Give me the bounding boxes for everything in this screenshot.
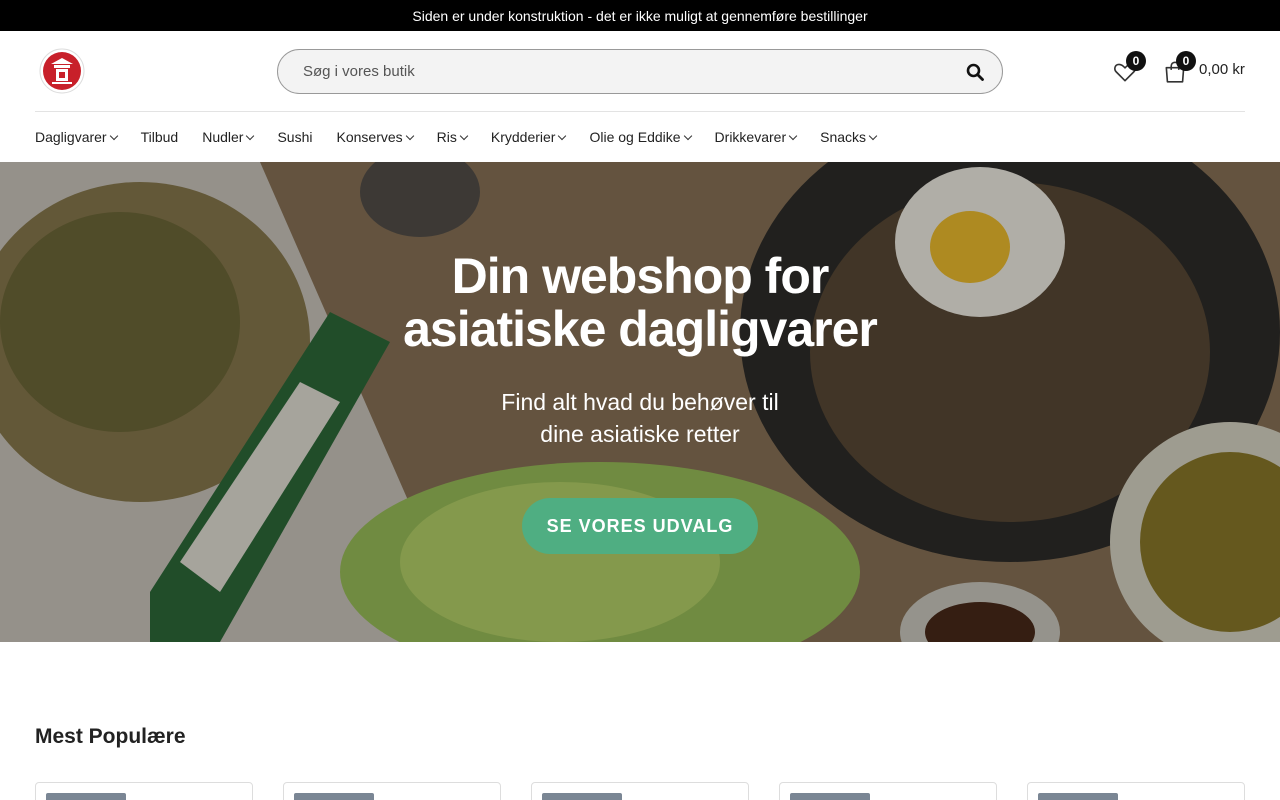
nav-label: Konserves (336, 129, 403, 145)
search-input[interactable] (278, 50, 948, 93)
search-button[interactable] (948, 50, 1002, 93)
chevron-down-icon (246, 131, 255, 140)
hero-subtitle-line2: dine asiatiske retter (540, 421, 740, 447)
search-bar (277, 49, 1003, 94)
site-header: 0 0 0,00 kr (0, 31, 1280, 111)
nav-item-tilbud[interactable]: Tilbud (141, 129, 179, 145)
nav-item-dagligvarer[interactable]: Dagligvarer (35, 129, 118, 145)
chevron-down-icon (683, 131, 692, 140)
chevron-down-icon (109, 131, 118, 140)
nav-item-olie-og-eddike[interactable]: Olie og Eddike (589, 129, 692, 145)
nav-item-konserves[interactable]: Konserves (336, 129, 414, 145)
nav-item-snacks[interactable]: Snacks (820, 129, 878, 145)
nav-label: Snacks (820, 129, 867, 145)
product-card-tag (790, 793, 870, 800)
product-card[interactable] (283, 782, 501, 800)
product-card[interactable] (779, 782, 997, 800)
nav-label: Ris (436, 129, 457, 145)
hero-banner: Din webshop for asiatiske dagligvarer Fi… (0, 162, 1280, 642)
nav-item-ris[interactable]: Ris (436, 129, 469, 145)
search-icon (966, 63, 984, 81)
nav-item-sushi[interactable]: Sushi (277, 129, 312, 145)
wishlist-button[interactable]: 0 (1112, 51, 1146, 87)
cart-button[interactable]: 0 (1162, 51, 1196, 87)
cart-count-badge: 0 (1176, 51, 1196, 71)
announcement-bar: Siden er under konstruktion - det er ikk… (0, 0, 1280, 31)
wishlist-count-badge: 0 (1126, 51, 1146, 71)
product-card[interactable] (531, 782, 749, 800)
chevron-down-icon (788, 131, 798, 140)
product-card-tag (542, 793, 622, 800)
announcement-text: Siden er under konstruktion - det er ikk… (412, 7, 868, 24)
popular-section-title: Mest Populære (35, 725, 186, 748)
hero-title-line2: asiatiske dagligvarer (403, 301, 878, 357)
hero-subtitle: Find alt hvad du behøver til dine asiati… (0, 386, 1280, 450)
product-card-tag (46, 793, 126, 800)
chevron-down-icon (405, 131, 414, 140)
logo[interactable] (38, 47, 86, 95)
hero-subtitle-line1: Find alt hvad du behøver til (501, 389, 779, 415)
cart-total[interactable]: 0,00 kr (1199, 61, 1245, 78)
nav-item-nudler[interactable]: Nudler (202, 129, 255, 145)
nav-label: Olie og Eddike (589, 129, 681, 145)
product-cards-row (35, 782, 1245, 800)
product-card[interactable] (1027, 782, 1245, 800)
chevron-down-icon (459, 131, 469, 140)
main-nav: Dagligvarer Tilbud Nudler Sushi Konserve… (35, 112, 900, 162)
product-card[interactable] (35, 782, 253, 800)
nav-item-drikkevarer[interactable]: Drikkevarer (714, 129, 798, 145)
product-card-tag (294, 793, 374, 800)
nav-label: Krydderier (490, 129, 556, 145)
nav-item-krydderier[interactable]: Krydderier (490, 129, 567, 145)
chevron-down-icon (558, 131, 567, 140)
nav-label: Dagligvarer (35, 129, 107, 145)
nav-label: Sushi (277, 129, 313, 145)
product-card-tag (1038, 793, 1118, 800)
nav-label: Drikkevarer (714, 129, 787, 145)
nav-label: Tilbud (140, 129, 179, 145)
hero-title-line1: Din webshop for (451, 248, 830, 304)
hero-title: Din webshop for asiatiske dagligvarer (0, 250, 1280, 356)
chevron-down-icon (868, 131, 878, 140)
see-selection-button[interactable]: SE VORES UDVALG (522, 498, 758, 554)
nav-label: Nudler (202, 129, 244, 145)
